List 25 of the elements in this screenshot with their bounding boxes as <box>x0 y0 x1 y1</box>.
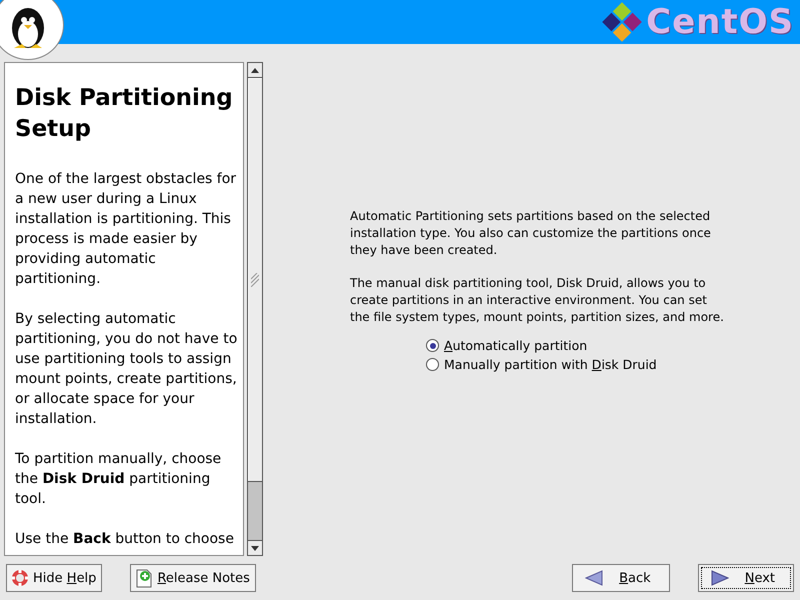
help-title: Disk Partitioning Setup <box>15 84 234 144</box>
help-paragraph: One of the largest obstacles for a new user during a Linux installation is partitioning. This process is made easier by providing automatic partitioning. <box>15 170 238 289</box>
pinwheel-logo-icon <box>602 2 642 42</box>
left-arrow-icon <box>585 570 604 586</box>
help-paragraph: By selecting automatic partitioning, you do not have to use partitioning tools to assign mount points, create partitions, or allocate space for your installation. <box>15 310 238 429</box>
radio-button[interactable] <box>426 339 439 352</box>
help-paragraph: Use the Back button to choose <box>15 530 235 549</box>
back-button[interactable]: Back <box>572 564 670 592</box>
down-arrow-icon[interactable] <box>251 546 259 550</box>
description-paragraph: Automatic Partitioning sets partitions based on the selected installation type. You also can customize the partitions once they have been created. <box>350 208 712 259</box>
life-ring-icon <box>11 569 29 587</box>
scrollbar-thumb[interactable] <box>248 78 262 482</box>
description-paragraph: The manual disk partitioning tool, Disk Druid, allows you to create partitions in an interactive environment. You can set the file system types, mount points, partition sizes, and more. <box>350 275 725 326</box>
right-arrow-icon <box>710 570 729 586</box>
grip-icon <box>251 272 259 286</box>
help-paragraph: To partition manually, choose the Disk Druid partitioning tool. <box>15 450 222 509</box>
up-arrow-icon[interactable] <box>251 68 259 72</box>
partition-option[interactable]: Manually partition with Disk Druid <box>426 357 800 372</box>
next-button[interactable]: Next <box>698 564 794 592</box>
document-plus-icon <box>135 568 154 588</box>
partition-option[interactable]: Automatically partition <box>426 338 800 353</box>
help-button[interactable]: Hide Help <box>6 564 102 592</box>
radio-button[interactable] <box>426 358 439 371</box>
brand-name: CentOS <box>646 2 794 42</box>
notes-button[interactable]: Release Notes <box>130 564 256 592</box>
